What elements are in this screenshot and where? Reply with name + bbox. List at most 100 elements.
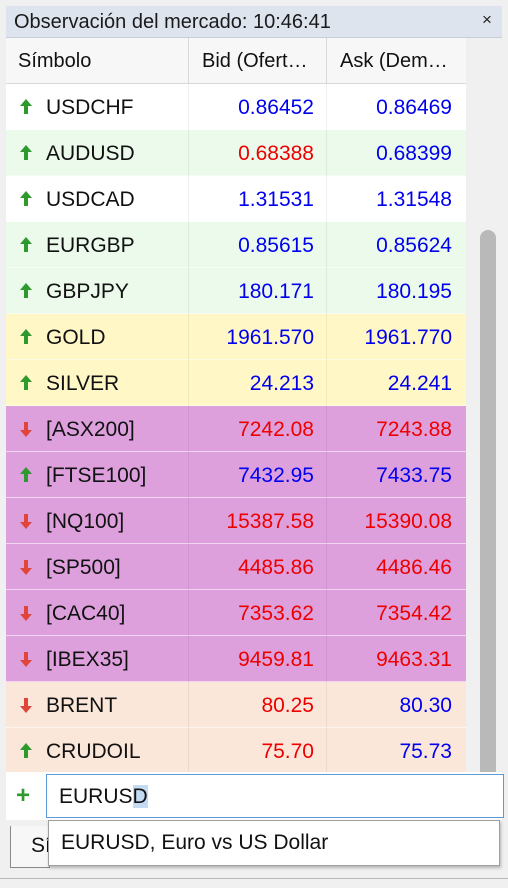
autocomplete-selection: D bbox=[132, 785, 148, 808]
cell-divider bbox=[326, 590, 327, 636]
column-header-ask[interactable]: Ask (Dem… bbox=[340, 50, 460, 73]
bid-price: 7242.08 bbox=[238, 418, 314, 441]
table-row[interactable]: [CAC40] 7353.62 7354.42 bbox=[6, 590, 466, 636]
cell-divider bbox=[188, 222, 189, 268]
table-row[interactable]: [SP500] 4485.86 4486.46 bbox=[6, 544, 466, 590]
table-row[interactable]: [FTSE100] 7432.95 7433.75 bbox=[6, 452, 466, 498]
cell-divider bbox=[326, 268, 327, 314]
cell-divider bbox=[326, 728, 327, 774]
ask-price: 0.68399 bbox=[376, 142, 452, 165]
symbol-name: EURGBP bbox=[46, 234, 135, 257]
cell-divider bbox=[326, 636, 327, 682]
symbol-name: [IBEX35] bbox=[46, 648, 129, 671]
column-header-symbol[interactable]: Símbolo bbox=[18, 50, 188, 73]
column-header-bid[interactable]: Bid (Ofert… bbox=[202, 50, 326, 73]
ask-price: 7433.75 bbox=[376, 464, 452, 487]
arrow-down-icon bbox=[20, 422, 32, 437]
ask-price: 7243.88 bbox=[376, 418, 452, 441]
bid-price: 9459.81 bbox=[238, 648, 314, 671]
bid-price: 80.25 bbox=[261, 694, 314, 717]
table-row[interactable]: GBPJPY 180.171 180.195 bbox=[6, 268, 466, 314]
cell-divider bbox=[188, 406, 189, 452]
cell-divider bbox=[188, 590, 189, 636]
cell-divider bbox=[188, 314, 189, 360]
arrow-up-icon bbox=[20, 237, 32, 252]
cell-divider bbox=[188, 360, 189, 406]
ask-price: 180.195 bbox=[376, 280, 452, 303]
cell-divider bbox=[326, 498, 327, 544]
symbol-name: [ASX200] bbox=[46, 418, 135, 441]
table-row[interactable]: [ASX200] 7242.08 7243.88 bbox=[6, 406, 466, 452]
ask-price: 9463.31 bbox=[376, 648, 452, 671]
symbol-name: USDCAD bbox=[46, 188, 135, 211]
table-row[interactable]: [NQ100] 15387.58 15390.08 bbox=[6, 498, 466, 544]
autocomplete-suggestion[interactable]: EURUSD, Euro vs US Dollar bbox=[48, 820, 500, 866]
ask-price: 75.73 bbox=[399, 740, 452, 763]
table-row[interactable]: BRENT 80.25 80.30 bbox=[6, 682, 466, 728]
bid-price: 15387.58 bbox=[226, 510, 314, 533]
table-row[interactable]: USDCHF 0.86452 0.86469 bbox=[6, 84, 466, 130]
symbol-name: BRENT bbox=[46, 694, 118, 717]
panel-title: Observación del mercado: 10:46:41 bbox=[14, 11, 331, 33]
cell-divider bbox=[326, 544, 327, 590]
cell-divider bbox=[326, 130, 327, 176]
table-row[interactable]: SILVER 24.213 24.241 bbox=[6, 360, 466, 406]
table-row[interactable]: AUDUSD 0.68388 0.68399 bbox=[6, 130, 466, 176]
symbol-name: [NQ100] bbox=[46, 510, 125, 533]
column-divider[interactable] bbox=[188, 38, 189, 84]
symbol-name: [CAC40] bbox=[46, 602, 126, 625]
symbol-name: SILVER bbox=[46, 372, 120, 395]
arrow-up-icon bbox=[20, 145, 32, 160]
arrow-up-icon bbox=[20, 191, 32, 206]
add-symbol-icon[interactable]: + bbox=[16, 782, 30, 810]
cell-divider bbox=[188, 452, 189, 498]
bid-price: 0.68388 bbox=[238, 142, 314, 165]
table-row[interactable]: EURGBP 0.85615 0.85624 bbox=[6, 222, 466, 268]
ask-price: 7354.42 bbox=[376, 602, 452, 625]
bid-price: 7432.95 bbox=[238, 464, 314, 487]
arrow-up-icon bbox=[20, 375, 32, 390]
symbol-name: [SP500] bbox=[46, 556, 121, 579]
close-icon[interactable]: × bbox=[478, 11, 496, 29]
symbol-name: AUDUSD bbox=[46, 142, 135, 165]
tab-symbols[interactable]: Símbolos bbox=[10, 826, 50, 868]
table-row[interactable]: [IBEX35] 9459.81 9463.31 bbox=[6, 636, 466, 682]
bid-price: 7353.62 bbox=[238, 602, 314, 625]
add-symbol-row: + EURUSD bbox=[6, 772, 504, 820]
cell-divider bbox=[188, 268, 189, 314]
table-header: Símbolo Bid (Ofert… Ask (Dem… bbox=[6, 38, 466, 84]
bid-price: 4485.86 bbox=[238, 556, 314, 579]
bid-price: 75.70 bbox=[261, 740, 314, 763]
table-row[interactable]: USDCAD 1.31531 1.31548 bbox=[6, 176, 466, 222]
arrow-up-icon bbox=[20, 283, 32, 298]
arrow-down-icon bbox=[20, 606, 32, 621]
cell-divider bbox=[188, 176, 189, 222]
cell-divider bbox=[326, 360, 327, 406]
ask-price: 1.31548 bbox=[376, 188, 452, 211]
arrow-down-icon bbox=[20, 698, 32, 713]
ask-price: 1961.770 bbox=[364, 326, 452, 349]
arrow-up-icon bbox=[20, 743, 32, 758]
bid-price: 1961.570 bbox=[226, 326, 314, 349]
symbol-rows: USDCHF 0.86452 0.86469 AUDUSD 0.68388 0.68399… bbox=[6, 84, 466, 774]
cell-divider bbox=[188, 130, 189, 176]
cell-divider bbox=[188, 84, 189, 130]
bid-price: 0.86452 bbox=[238, 96, 314, 119]
add-symbol-input[interactable]: EURUSD bbox=[46, 774, 504, 818]
table-row[interactable]: CRUDOIL 75.70 75.73 bbox=[6, 728, 466, 774]
symbol-name: CRUDOIL bbox=[46, 740, 141, 763]
column-divider[interactable] bbox=[326, 38, 327, 84]
ask-price: 4486.46 bbox=[376, 556, 452, 579]
ask-price: 24.241 bbox=[387, 372, 452, 395]
table-row[interactable]: GOLD 1961.570 1961.770 bbox=[6, 314, 466, 360]
ask-price: 0.85624 bbox=[376, 234, 452, 257]
arrow-down-icon bbox=[20, 560, 32, 575]
symbol-name: GBPJPY bbox=[46, 280, 129, 303]
scrollbar-thumb[interactable] bbox=[480, 230, 496, 790]
cell-divider bbox=[326, 84, 327, 130]
market-watch-table: Símbolo Bid (Ofert… Ask (Dem… USDCHF 0.86… bbox=[6, 38, 466, 774]
symbol-name: GOLD bbox=[46, 326, 106, 349]
bottom-tab-bar bbox=[0, 878, 508, 888]
cell-divider bbox=[188, 636, 189, 682]
arrow-down-icon bbox=[20, 514, 32, 529]
